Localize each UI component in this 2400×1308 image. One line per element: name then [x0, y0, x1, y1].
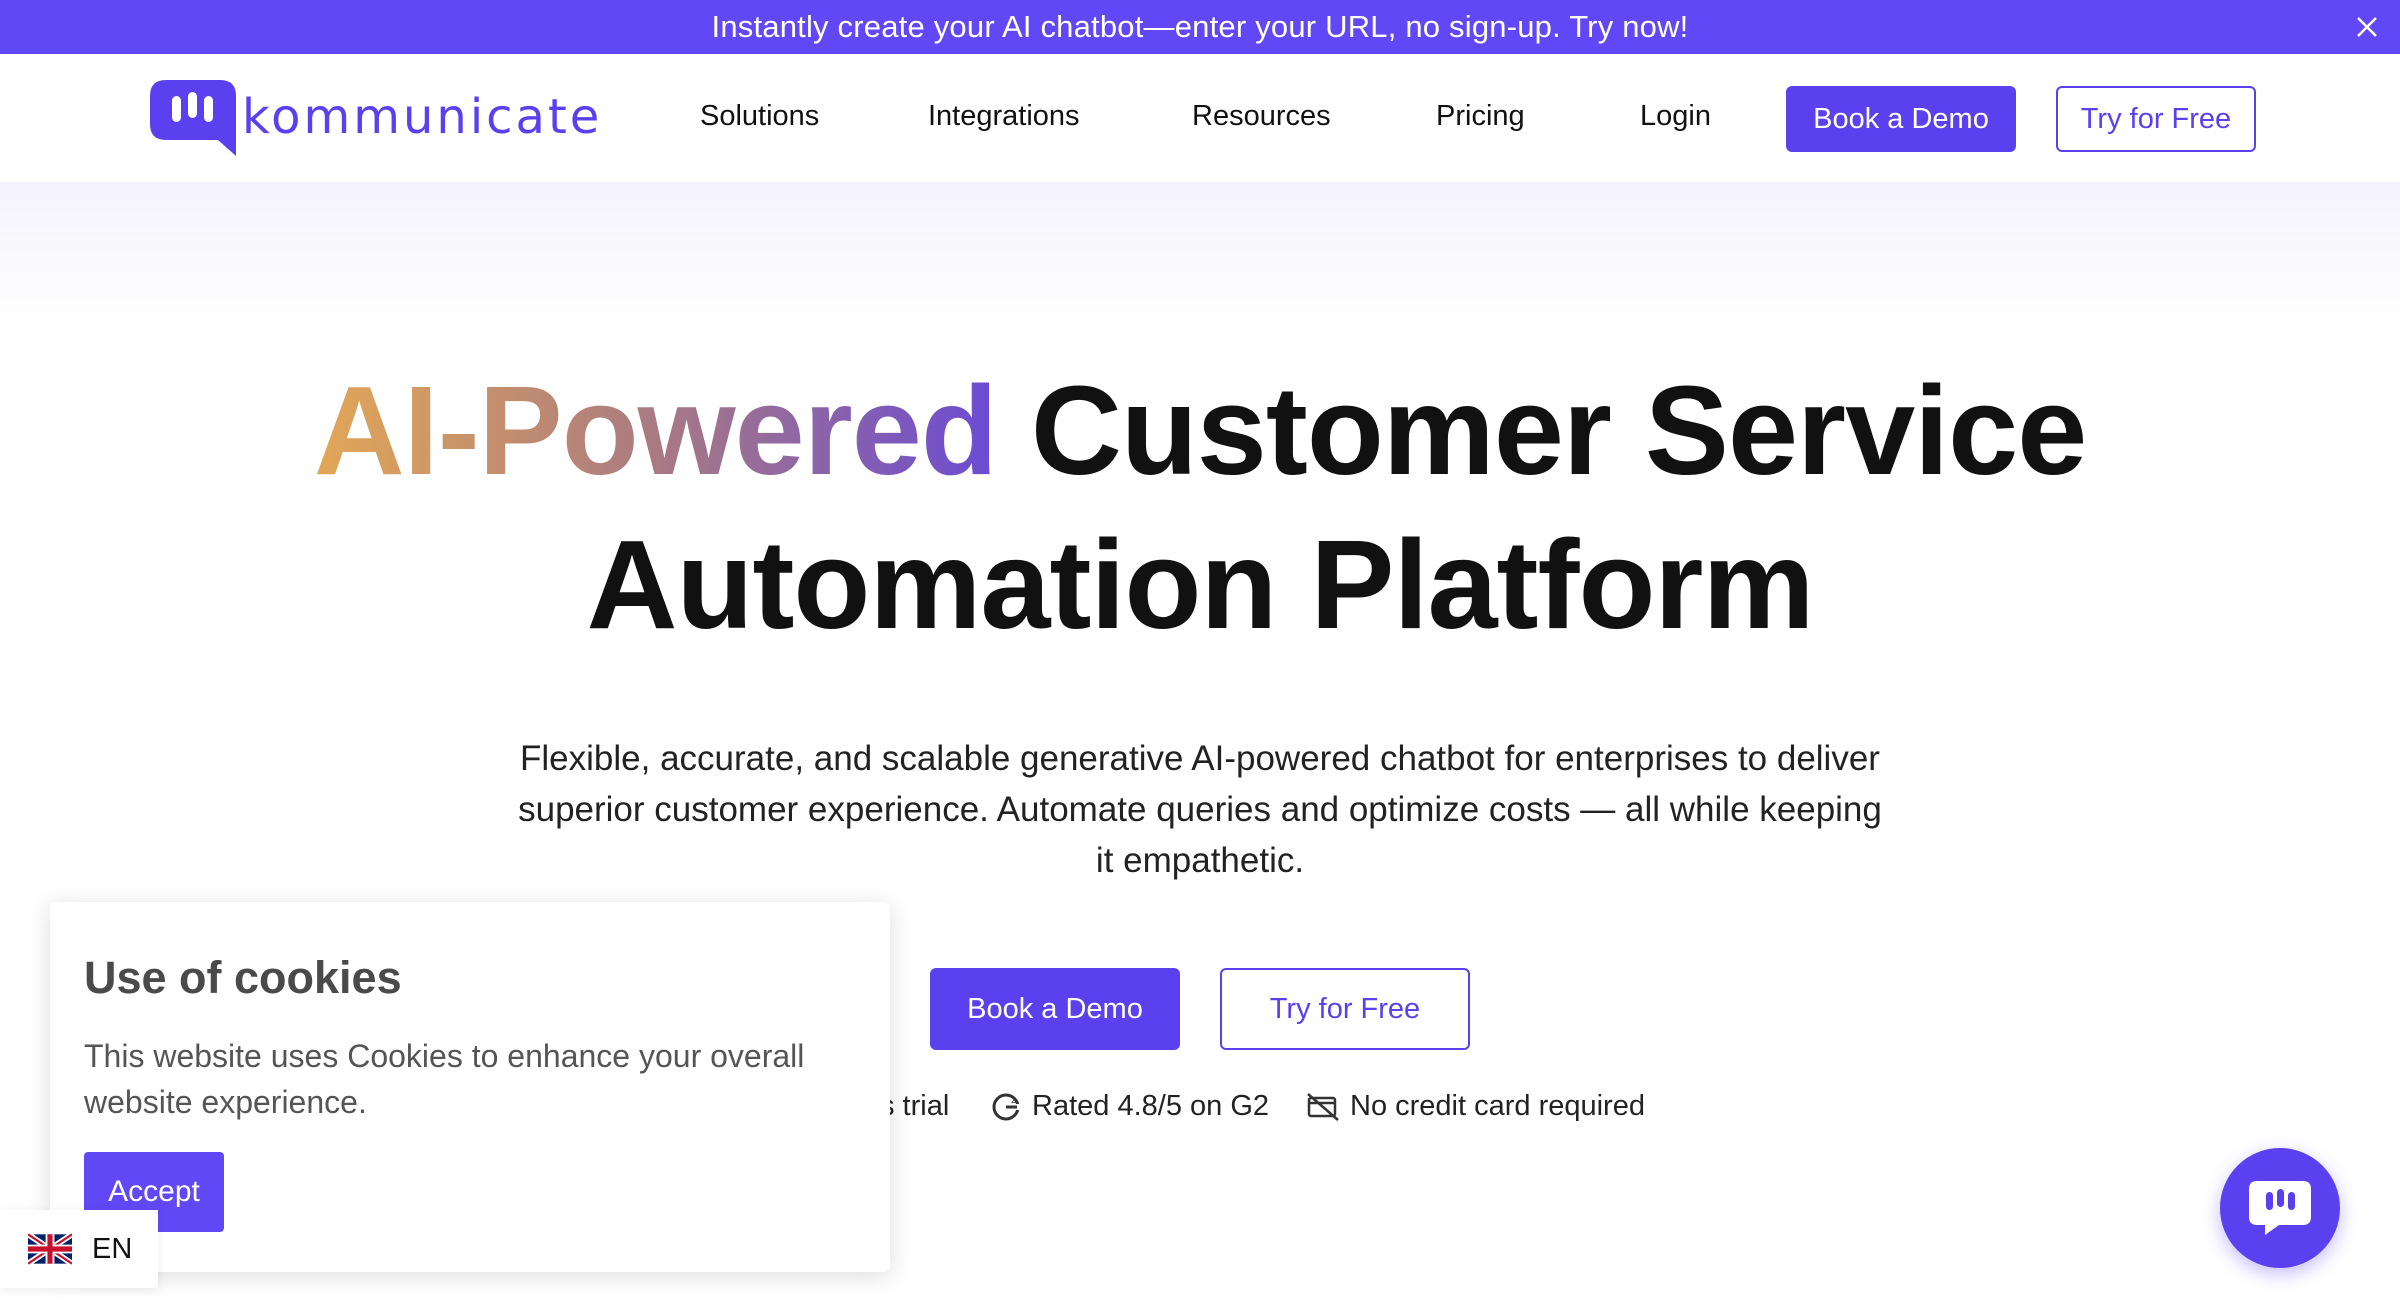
cookie-text: This website uses Cookies to enhance you…: [84, 1038, 805, 1120]
nav-item-resources[interactable]: Resources: [1192, 100, 1331, 133]
hero-title: AI-Powered Customer Service: [0, 358, 2400, 503]
nav-item-solutions[interactable]: Solutions: [700, 100, 819, 133]
svg-text:2: 2: [1011, 1095, 1016, 1105]
hero-subtitle: Flexible, accurate, and scalable generat…: [518, 739, 1882, 880]
header-book-demo-button[interactable]: Book a Demo: [1786, 86, 2016, 152]
g2-rating-text: Rated 4.8/5 on G2: [1032, 1090, 1269, 1122]
brand-logo[interactable]: kommunicate: [148, 78, 602, 162]
no-card-text: No credit card required: [1350, 1090, 1645, 1122]
language-code: EN: [92, 1232, 133, 1265]
close-icon[interactable]: [2354, 14, 2380, 40]
hero-title-line2: Automation Platform: [586, 514, 1815, 655]
chat-bubble-logo-icon: [150, 80, 236, 156]
brand-name: kommunicate: [242, 89, 603, 145]
announcement-text[interactable]: Instantly create your AI chatbot—enter y…: [712, 9, 1689, 45]
chat-launcher-icon: [2249, 1181, 2311, 1235]
no-card-note: No credit card required: [1306, 1090, 1645, 1123]
hero-book-demo-button[interactable]: Book a Demo: [930, 968, 1180, 1050]
nav-item-pricing[interactable]: Pricing: [1436, 100, 1525, 133]
no-credit-card-icon: [1307, 1092, 1339, 1121]
site-header: kommunicate Solutions Integrations Resou…: [0, 54, 2400, 182]
page: Instantly create your AI chatbot—enter y…: [0, 0, 2400, 1308]
announcement-bar[interactable]: Instantly create your AI chatbot—enter y…: [0, 0, 2400, 54]
trial-note: s trial: [880, 1090, 949, 1123]
hero-title-highlight: AI-Powered: [313, 360, 998, 501]
header-try-free-button[interactable]: Try for Free: [2056, 86, 2256, 152]
cookie-banner: Use of cookies This website uses Cookies…: [50, 902, 890, 1272]
hero-background: [0, 182, 2400, 332]
hero-try-free-button[interactable]: Try for Free: [1220, 968, 1470, 1050]
cookie-title: Use of cookies: [84, 952, 402, 1003]
nav-item-integrations[interactable]: Integrations: [928, 100, 1080, 133]
chat-launcher-button[interactable]: [2220, 1148, 2340, 1268]
g2-rating: 2 Rated 4.8/5 on G2: [990, 1090, 1269, 1123]
nav-item-login[interactable]: Login: [1640, 100, 1711, 133]
hero-title-rest: Customer Service: [996, 360, 2087, 501]
g2-icon: 2: [992, 1093, 1020, 1120]
uk-flag-icon: [28, 1233, 72, 1265]
language-selector[interactable]: EN: [0, 1210, 158, 1288]
trial-note-text: s trial: [880, 1090, 950, 1122]
